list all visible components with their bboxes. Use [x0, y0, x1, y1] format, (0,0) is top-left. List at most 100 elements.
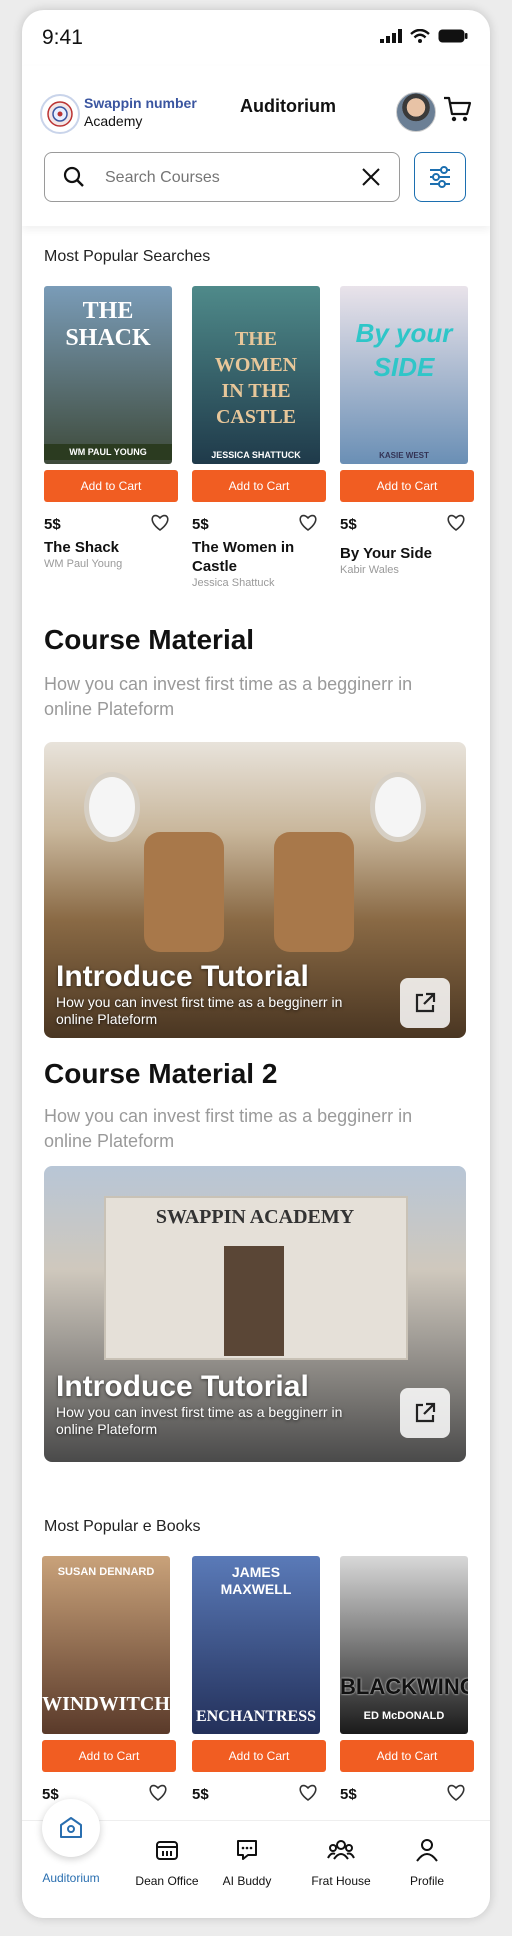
book-cover[interactable]: BLACKWING ED McDONALD [340, 1556, 468, 1734]
status-bar: 9:41 [22, 10, 490, 66]
academy-logo[interactable] [40, 94, 80, 134]
nav-item-ai-buddy[interactable]: AI Buddy [202, 1837, 292, 1888]
cart-icon[interactable] [442, 94, 472, 124]
book-cover[interactable]: By your SIDE KASIE WEST [340, 286, 468, 464]
heart-icon[interactable] [298, 514, 318, 532]
book-price: 5$ [44, 516, 61, 533]
nav-item-frat-house[interactable]: Frat House [296, 1837, 386, 1888]
add-to-cart-button[interactable]: Add to Cart [192, 1740, 326, 1772]
office-icon [156, 1841, 178, 1860]
status-icons [380, 29, 468, 43]
book-price: 5$ [192, 1786, 209, 1803]
book-cover[interactable]: THE SHACK WM PAUL YOUNG [44, 286, 172, 464]
book-cover[interactable]: THE WOMEN IN THE CASTLE JESSICA SHATTUCK [192, 286, 320, 464]
price-row: 5$ [340, 512, 474, 538]
add-to-cart-button[interactable]: Add to Cart [44, 470, 178, 502]
book-card[interactable]: THE WOMEN IN THE CASTLE JESSICA SHATTUCK… [192, 286, 326, 589]
status-time: 9:41 [42, 26, 83, 49]
heart-icon[interactable] [148, 1784, 168, 1802]
book-card[interactable]: By your SIDE KASIE WEST Add to Cart 5$ B… [340, 286, 474, 576]
course-card[interactable]: Introduce Tutorial How you can invest fi… [44, 742, 466, 1038]
app-header: Swappin number Academy Auditorium [22, 66, 490, 226]
book-cover-author: WM PAUL YOUNG [44, 444, 172, 460]
book-title: The Shack [44, 539, 120, 556]
book-price: 5$ [192, 516, 209, 533]
course-subtitle: How you can invest first time as a beggi… [44, 1106, 413, 1151]
book-author: WM Paul Young [44, 558, 123, 570]
brand-line-2: Academy [84, 113, 143, 129]
nav-item-auditorium[interactable]: Auditorium [26, 1865, 116, 1885]
nav-item-profile[interactable]: Profile [382, 1837, 472, 1888]
external-link-icon [415, 1402, 436, 1423]
card-title: Introduce Tutorial [56, 1370, 309, 1403]
card-title: Introduce Tutorial [56, 960, 309, 993]
filter-button[interactable] [414, 152, 466, 202]
book-price: 5$ [42, 1786, 59, 1803]
filter-sliders-icon [430, 166, 450, 188]
nav-label: Profile [409, 1874, 444, 1888]
nav-label: Frat House [311, 1874, 371, 1888]
book-cover-author: JAMES MAXWELL [220, 1564, 292, 1597]
popular-ebooks-label: Most Popular e Books [44, 1518, 201, 1535]
home-icon [60, 1817, 82, 1838]
book-cover-title: THE WOMEN IN THE CASTLE [214, 328, 298, 428]
bottom-nav: Auditorium Dean Office AI Buddy Frat Hou… [22, 1799, 490, 1918]
brand-name: Swappin number Academy [84, 94, 197, 130]
heart-icon[interactable] [446, 1784, 466, 1802]
nav-item-dean-office[interactable]: Dean Office [122, 1837, 212, 1888]
nav-label: Auditorium [42, 1871, 100, 1885]
heart-icon[interactable] [446, 514, 466, 532]
heart-icon[interactable] [298, 1784, 318, 1802]
book-cover-author: ED McDONALD [363, 1710, 445, 1722]
brand-line-1: Swappin number [84, 95, 197, 111]
add-to-cart-button[interactable]: Add to Cart [340, 470, 474, 502]
book-author: Kabir Wales [340, 564, 399, 576]
group-icon [327, 1840, 355, 1860]
price-row: 5$ [340, 1782, 474, 1808]
chat-icon [237, 1840, 257, 1860]
book-cover-author: JESSICA SHATTUCK [211, 450, 301, 460]
plane-window [370, 772, 426, 842]
ebook-card[interactable]: SUSAN DENNARD WINDWITCH Add to Cart 5$ [42, 1556, 176, 1808]
book-cover[interactable]: JAMES MAXWELL ENCHANTRESS [192, 1556, 320, 1734]
card-description: How you can invest first time as a beggi… [56, 994, 343, 1027]
book-cover-author: KASIE WEST [379, 451, 429, 460]
user-icon [416, 1839, 438, 1862]
external-link-icon [415, 992, 436, 1013]
book-cover-title: ENCHANTRESS [195, 1708, 317, 1725]
plane-window [84, 772, 140, 842]
ebook-card[interactable]: BLACKWING ED McDONALD Add to Cart 5$ [340, 1556, 474, 1808]
seat [274, 832, 354, 952]
search-icon [63, 166, 84, 187]
course-card[interactable]: SWAPPIN ACADEMY Introduce Tutorial How y… [44, 1166, 466, 1462]
course-heading: Course Material [44, 624, 255, 655]
signal-icon [380, 29, 402, 43]
course-heading: Course Material 2 [44, 1058, 278, 1089]
book-price: 5$ [340, 1786, 357, 1803]
book-cover-title: BLACKWING [340, 1674, 468, 1699]
book-cover-author: SUSAN DENNARD [57, 1566, 155, 1578]
add-to-cart-button[interactable]: Add to Cart [192, 470, 326, 502]
ebook-card[interactable]: JAMES MAXWELL ENCHANTRESS Add to Cart 5$ [192, 1556, 326, 1808]
book-cover-title: THE SHACK [65, 298, 151, 351]
phone-frame: 9:41 Swappin number Academy Auditorium M… [22, 10, 490, 1918]
book-cover[interactable]: SUSAN DENNARD WINDWITCH [42, 1556, 170, 1734]
academy-sign: SWAPPIN ACADEMY [155, 1206, 355, 1228]
nav-active-bubble[interactable] [42, 1799, 100, 1857]
add-to-cart-button[interactable]: Add to Cart [340, 1740, 474, 1772]
clear-icon[interactable] [361, 167, 381, 187]
heart-icon[interactable] [150, 514, 170, 532]
book-card[interactable]: THE SHACK WM PAUL YOUNG Add to Cart 5$ T… [44, 286, 178, 570]
page-title: Auditorium [240, 96, 336, 116]
add-to-cart-button[interactable]: Add to Cart [42, 1740, 176, 1772]
card-description: How you can invest first time as a beggi… [56, 1404, 343, 1437]
open-external-button[interactable] [400, 978, 450, 1028]
search-bar [44, 152, 400, 202]
price-row: 5$ [192, 512, 326, 538]
battery-icon [438, 29, 468, 43]
popular-searches-label: Most Popular Searches [44, 248, 211, 265]
avatar[interactable] [396, 92, 436, 132]
open-external-button[interactable] [400, 1388, 450, 1438]
building-door [224, 1246, 284, 1356]
search-input[interactable] [103, 165, 347, 191]
